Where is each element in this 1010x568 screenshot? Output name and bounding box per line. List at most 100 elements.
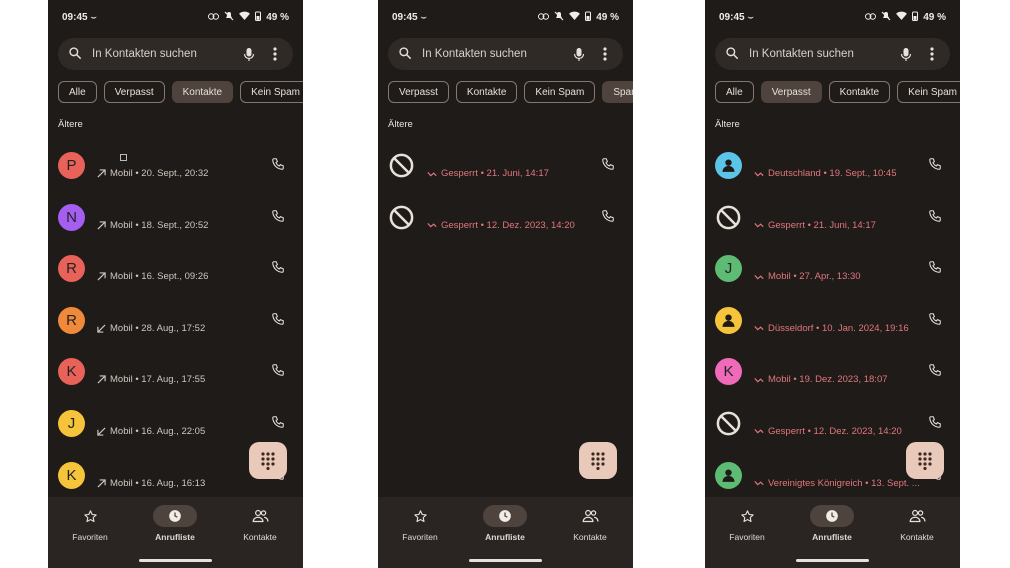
call-log-row[interactable]: J Mobil • 27. Apr., 13:30 bbox=[705, 243, 960, 295]
call-button[interactable] bbox=[928, 209, 942, 223]
dialpad-icon bbox=[261, 451, 275, 470]
nav-item-favoriten[interactable]: Favoriten bbox=[707, 505, 787, 542]
star-icon bbox=[83, 509, 98, 524]
mic-icon[interactable] bbox=[898, 46, 914, 62]
call-detail: Gesperrt • 21. Juni, 14:17 bbox=[754, 220, 876, 231]
call-log-row[interactable]: N Mobil • 18. Sept., 20:52 bbox=[48, 192, 303, 244]
search-bar[interactable]: In Kontakten suchen bbox=[715, 38, 950, 70]
filter-chip[interactable]: Kontakte bbox=[828, 81, 891, 103]
dialpad-button[interactable] bbox=[579, 442, 617, 479]
filter-chip[interactable]: Alle bbox=[715, 81, 754, 103]
avatar[interactable] bbox=[715, 152, 742, 179]
dialpad-button[interactable] bbox=[249, 442, 287, 479]
call-log-row[interactable]: Gesperrt • 21. Juni, 14:17 bbox=[705, 192, 960, 244]
call-log-row[interactable]: Gesperrt • 12. Dez. 2023, 14:20 bbox=[378, 192, 633, 244]
call-detail-text: Mobil • 17. Aug., 17:55 bbox=[110, 374, 206, 386]
call-button[interactable] bbox=[271, 415, 285, 429]
call-log-row[interactable]: R Mobil • 16. Sept., 09:26 bbox=[48, 243, 303, 295]
avatar[interactable]: P bbox=[58, 152, 85, 179]
more-options-icon[interactable] bbox=[924, 46, 940, 62]
call-log-row[interactable]: K Mobil • 19. Dez. 2023, 18:07 bbox=[705, 346, 960, 398]
call-log-row[interactable]: R Mobil • 28. Aug., 17:52 bbox=[48, 295, 303, 347]
phone-icon bbox=[928, 158, 942, 175]
call-button[interactable] bbox=[601, 157, 615, 171]
nav-item-anrufliste[interactable]: Anrufliste bbox=[792, 505, 872, 542]
call-detail: Mobil • 17. Aug., 17:55 bbox=[97, 374, 205, 385]
nav-label: Anrufliste bbox=[485, 532, 525, 542]
call-log-row[interactable]: P Mobil • 20. Sept., 20:32 bbox=[48, 140, 303, 192]
avatar[interactable]: K bbox=[715, 358, 742, 386]
call-detail: Gesperrt • 21. Juni, 14:17 bbox=[427, 168, 549, 179]
more-options-icon[interactable] bbox=[597, 46, 613, 62]
battery-level: 49 % bbox=[923, 11, 946, 23]
battery-icon bbox=[912, 11, 919, 24]
filter-chips: Alle Verpasst Kontakte Kein Spam bbox=[715, 81, 960, 103]
filter-chip[interactable]: Kein Spam bbox=[524, 81, 596, 103]
call-button[interactable] bbox=[928, 260, 942, 274]
avatar[interactable]: R bbox=[58, 255, 85, 283]
avatar[interactable]: R bbox=[58, 306, 85, 334]
call-log-row[interactable]: Düsseldorf • 10. Jan. 2024, 19:16 bbox=[705, 295, 960, 347]
call-log-row[interactable]: K Mobil • 17. Aug., 17:55 bbox=[48, 346, 303, 398]
call-button[interactable] bbox=[928, 363, 942, 377]
call-detail-text: Deutschland • 19. Sept., 10:45 bbox=[768, 168, 897, 179]
avatar[interactable]: J bbox=[58, 409, 85, 437]
filter-chip[interactable]: Kein Spam bbox=[240, 81, 303, 103]
nav-label: Anrufliste bbox=[155, 532, 195, 542]
nav-item-favoriten[interactable]: Favoriten bbox=[380, 505, 460, 542]
section-header: Ältere bbox=[715, 119, 740, 130]
search-input[interactable]: In Kontakten suchen bbox=[92, 48, 231, 60]
more-options-icon[interactable] bbox=[267, 46, 283, 62]
nav-item-favoriten[interactable]: Favoriten bbox=[50, 505, 130, 542]
nav-item-kontakte[interactable]: Kontakte bbox=[877, 505, 957, 542]
dialpad-button[interactable] bbox=[906, 442, 944, 479]
nav-item-kontakte[interactable]: Kontakte bbox=[220, 505, 300, 542]
call-button[interactable] bbox=[601, 209, 615, 223]
nav-item-anrufliste[interactable]: Anrufliste bbox=[465, 505, 545, 542]
filter-chip[interactable]: Verpasst bbox=[760, 81, 822, 103]
avatar[interactable]: J bbox=[715, 255, 742, 283]
avatar[interactable] bbox=[715, 306, 742, 334]
call-log-row[interactable]: Deutschland • 19. Sept., 10:45 bbox=[705, 140, 960, 192]
home-indicator[interactable] bbox=[469, 559, 542, 562]
avatar[interactable]: K bbox=[58, 461, 85, 489]
search-icon bbox=[725, 46, 739, 63]
nav-label: Favoriten bbox=[72, 532, 108, 542]
avatar[interactable]: N bbox=[58, 203, 85, 231]
home-indicator[interactable] bbox=[139, 559, 212, 562]
nav-item-kontakte[interactable]: Kontakte bbox=[550, 505, 630, 542]
nav-item-anrufliste[interactable]: Anrufliste bbox=[135, 505, 215, 542]
call-button[interactable] bbox=[271, 312, 285, 326]
mic-icon[interactable] bbox=[571, 46, 587, 62]
missed-call-icon bbox=[427, 170, 441, 178]
phone-icon bbox=[928, 261, 942, 278]
person-icon bbox=[720, 467, 737, 484]
outgoing-call-icon bbox=[97, 478, 110, 488]
avatar[interactable] bbox=[715, 461, 742, 489]
search-icon bbox=[68, 46, 82, 63]
filter-chip[interactable]: Verpasst bbox=[103, 81, 165, 103]
filter-chip[interactable]: Kontakte bbox=[171, 81, 234, 103]
avatar[interactable]: K bbox=[58, 358, 85, 386]
call-button[interactable] bbox=[928, 415, 942, 429]
search-input[interactable]: In Kontakten suchen bbox=[749, 48, 888, 60]
filter-chip[interactable]: Spam bbox=[602, 81, 633, 103]
call-button[interactable] bbox=[271, 157, 285, 171]
call-button[interactable] bbox=[271, 363, 285, 377]
mic-icon[interactable] bbox=[241, 46, 257, 62]
search-input[interactable]: In Kontakten suchen bbox=[422, 48, 561, 60]
battery-icon bbox=[255, 11, 262, 24]
call-button[interactable] bbox=[271, 209, 285, 223]
search-bar[interactable]: In Kontakten suchen bbox=[388, 38, 623, 70]
filter-chip[interactable]: Verpasst bbox=[388, 81, 449, 103]
filter-chip[interactable]: Alle bbox=[58, 81, 97, 103]
home-indicator[interactable] bbox=[796, 559, 869, 562]
call-log-row[interactable]: Gesperrt • 21. Juni, 14:17 bbox=[378, 140, 633, 192]
call-button[interactable] bbox=[928, 157, 942, 171]
call-button[interactable] bbox=[928, 312, 942, 326]
filter-chip[interactable]: Kontakte bbox=[455, 81, 518, 103]
call-button[interactable] bbox=[271, 260, 285, 274]
filter-chip[interactable]: Kein Spam bbox=[897, 81, 960, 103]
search-bar[interactable]: In Kontakten suchen bbox=[58, 38, 293, 70]
incoming-call-icon bbox=[97, 324, 110, 333]
